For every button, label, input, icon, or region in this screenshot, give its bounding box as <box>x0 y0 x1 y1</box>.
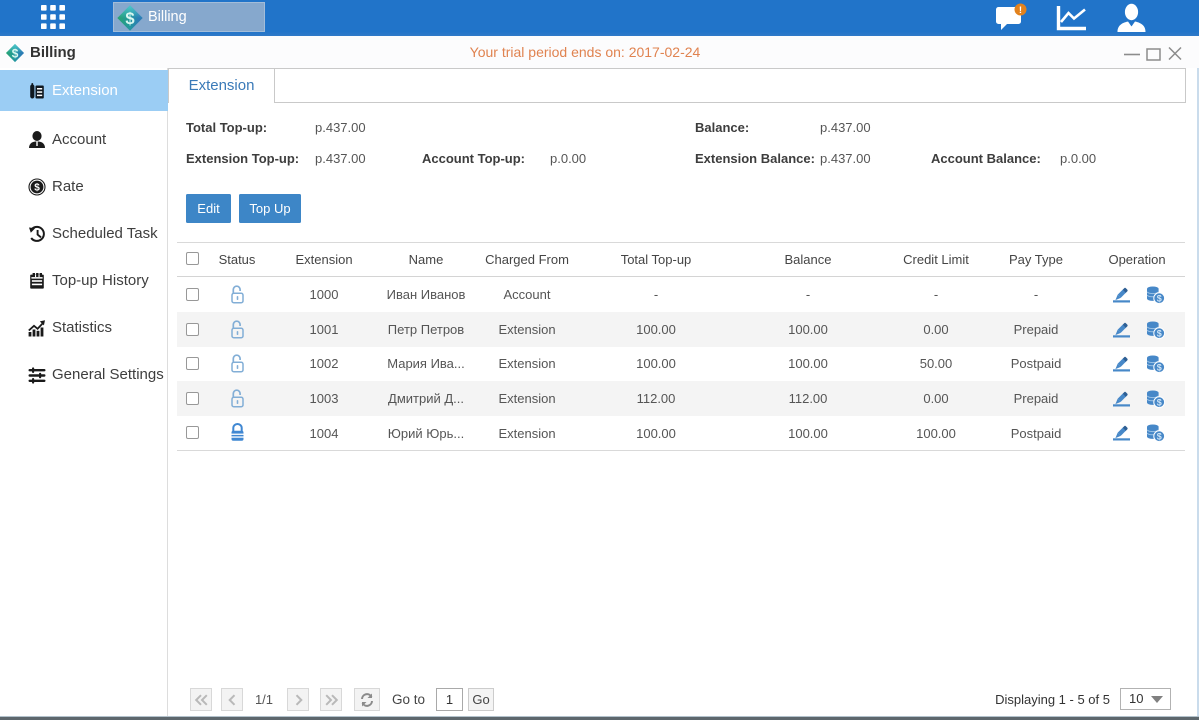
svg-text:$: $ <box>1157 432 1162 442</box>
svg-text:$: $ <box>1157 397 1162 407</box>
svg-text:$: $ <box>125 9 134 28</box>
svg-text:!: ! <box>1019 5 1022 16</box>
svg-text:$: $ <box>1157 328 1162 338</box>
svg-text:$: $ <box>12 46 19 60</box>
svg-text:$: $ <box>1157 362 1162 372</box>
svg-text:$: $ <box>34 182 40 193</box>
svg-text:$: $ <box>1157 293 1162 303</box>
